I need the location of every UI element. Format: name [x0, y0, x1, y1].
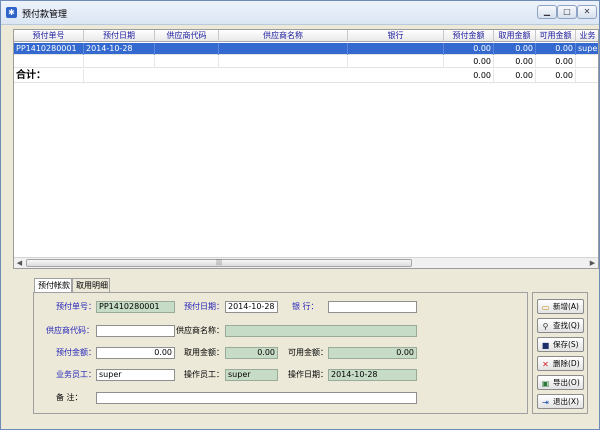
exit-button[interactable]: ⇥ 退出(X) [537, 394, 584, 409]
app-icon: ✱ [6, 7, 17, 18]
search-button[interactable]: ⚲ 查找(Q) [537, 318, 584, 333]
save-button[interactable]: ■ 保存(S) [537, 337, 584, 352]
cell-used: 0.00 [494, 43, 536, 55]
save-button-label: 保存(S) [553, 340, 579, 349]
col-available[interactable]: 可用金额 [536, 30, 576, 42]
title-bar: ✱ 预付款管理 ▁ □ ✕ [1, 1, 599, 25]
scroll-thumb[interactable]: ||| [26, 259, 412, 267]
delete-button-label: 删除(D) [553, 359, 580, 368]
operator-label: 操作员工： [184, 370, 224, 379]
tab-prepaid-account[interactable]: 预付帐款 [34, 278, 72, 292]
col-supplier-name[interactable]: 供应商名称 [219, 30, 348, 42]
col-order-no[interactable]: 预付单号 [14, 30, 84, 42]
folder-icon: ▭ [541, 303, 550, 312]
available-field[interactable]: 0.00 [328, 347, 417, 359]
scroll-right-icon[interactable]: ▶ [587, 259, 598, 268]
total-used: 0.00 [494, 69, 536, 83]
order-no-field[interactable]: PP1410280001 [96, 301, 175, 313]
supplier-code-label: 供应商代码： [46, 326, 94, 335]
new-button-label: 新增(A) [553, 302, 579, 311]
delete-icon: ✕ [542, 360, 549, 369]
export-button-label: 导出(O) [553, 378, 580, 387]
scroll-left-icon[interactable]: ◀ [14, 259, 25, 268]
staff-field[interactable]: super [96, 369, 175, 381]
cell-order-no: PP1410280001 [14, 43, 84, 55]
col-bank[interactable]: 银行 [348, 30, 444, 42]
new-button[interactable]: ▭ 新增(A) [537, 299, 584, 314]
cell-supplier-name [219, 56, 348, 68]
col-supplier-code[interactable]: 供应商代码 [155, 30, 219, 42]
cell-staff [576, 56, 598, 68]
cell-used: 0.00 [494, 56, 536, 68]
save-icon: ■ [541, 341, 550, 350]
remark-field[interactable] [96, 392, 417, 404]
maximize-button[interactable]: □ [557, 5, 577, 19]
amount-label: 预付金额： [56, 348, 96, 357]
total-amount: 0.00 [444, 69, 494, 83]
op-date-label: 操作日期： [288, 370, 328, 379]
table-header: 预付单号 预付日期 供应商代码 供应商名称 银行 预付金额 取用金额 可用金额 … [14, 30, 598, 42]
cell-date [84, 56, 155, 68]
col-date[interactable]: 预付日期 [84, 30, 155, 42]
cell-amount: 0.00 [444, 43, 494, 55]
cell-bank [348, 56, 444, 68]
col-amount[interactable]: 预付金额 [444, 30, 494, 42]
amount-field[interactable]: 0.00 [96, 347, 175, 359]
used-field[interactable]: 0.00 [225, 347, 278, 359]
staff-label: 业务员工： [56, 370, 96, 379]
exit-button-label: 退出(X) [553, 397, 579, 406]
bank-label: 银 行： [292, 302, 319, 311]
supplier-code-field[interactable] [96, 325, 175, 337]
cell-date: 2014-10-28 [84, 43, 155, 55]
cell-staff: super [578, 44, 599, 53]
horizontal-scrollbar[interactable]: ◀ ||| ▶ [14, 257, 598, 268]
search-icon: ⚲ [542, 322, 549, 331]
prepayment-form: 预付单号： PP1410280001 预付日期： 2014-10-28 银 行：… [33, 292, 528, 414]
supplier-name-label: 供应商名称： [176, 326, 224, 335]
order-no-label: 预付单号： [56, 302, 96, 311]
cell-supplier-code [155, 56, 219, 68]
cell-available: 0.00 [536, 43, 576, 55]
total-available: 0.00 [536, 69, 576, 83]
date-label: 预付日期： [184, 302, 224, 311]
main-window: ✱ 预付款管理 ▁ □ ✕ 预付单号 预付日期 供应商代码 供应商名称 银行 预… [0, 0, 600, 430]
table-total-row: 合计： 0.00 0.00 0.00 [14, 69, 598, 83]
date-field[interactable]: 2014-10-28 [225, 301, 278, 313]
maximize-icon: □ [563, 7, 571, 16]
prepayment-table: 预付单号 预付日期 供应商代码 供应商名称 银行 预付金额 取用金额 可用金额 … [13, 29, 599, 269]
export-icon: ▣ [541, 379, 550, 388]
cell-available: 0.00 [536, 56, 576, 68]
op-date-field[interactable]: 2014-10-28 [328, 369, 417, 381]
cell-order-no [14, 56, 84, 68]
delete-button[interactable]: ✕ 删除(D) [537, 356, 584, 371]
window-title: 预付款管理 [22, 10, 68, 20]
total-label: 合计： [14, 69, 84, 83]
col-staff[interactable]: 业务 [576, 30, 598, 42]
exit-icon: ⇥ [542, 398, 549, 407]
cell-supplier-code [155, 43, 219, 55]
remark-label: 备 注： [56, 393, 83, 402]
table-row[interactable]: PP1410280001 2014-10-28 0.00 0.00 0.00 s… [14, 43, 599, 55]
search-button-label: 查找(Q) [553, 321, 580, 330]
supplier-name-field[interactable] [225, 325, 417, 337]
bank-field[interactable] [328, 301, 417, 313]
cell-amount: 0.00 [444, 56, 494, 68]
cell-supplier-name [219, 43, 348, 55]
cell-bank [348, 43, 444, 55]
table-row[interactable]: 0.00 0.00 0.00 [14, 56, 598, 68]
minimize-icon: ▁ [543, 7, 551, 16]
action-panel: ▭ 新增(A) ⚲ 查找(Q) ■ 保存(S) ✕ 删除(D) ▣ 导出(O) … [532, 292, 588, 414]
col-used[interactable]: 取用金额 [494, 30, 536, 42]
close-icon: ✕ [583, 7, 591, 16]
tab-usage-details[interactable]: 取用明细 [72, 278, 110, 292]
operator-field[interactable]: super [225, 369, 278, 381]
close-button[interactable]: ✕ [577, 5, 597, 19]
used-label: 取用金额： [184, 348, 224, 357]
available-label: 可用金额： [288, 348, 328, 357]
export-button[interactable]: ▣ 导出(O) [537, 375, 584, 390]
minimize-button[interactable]: ▁ [537, 5, 557, 19]
